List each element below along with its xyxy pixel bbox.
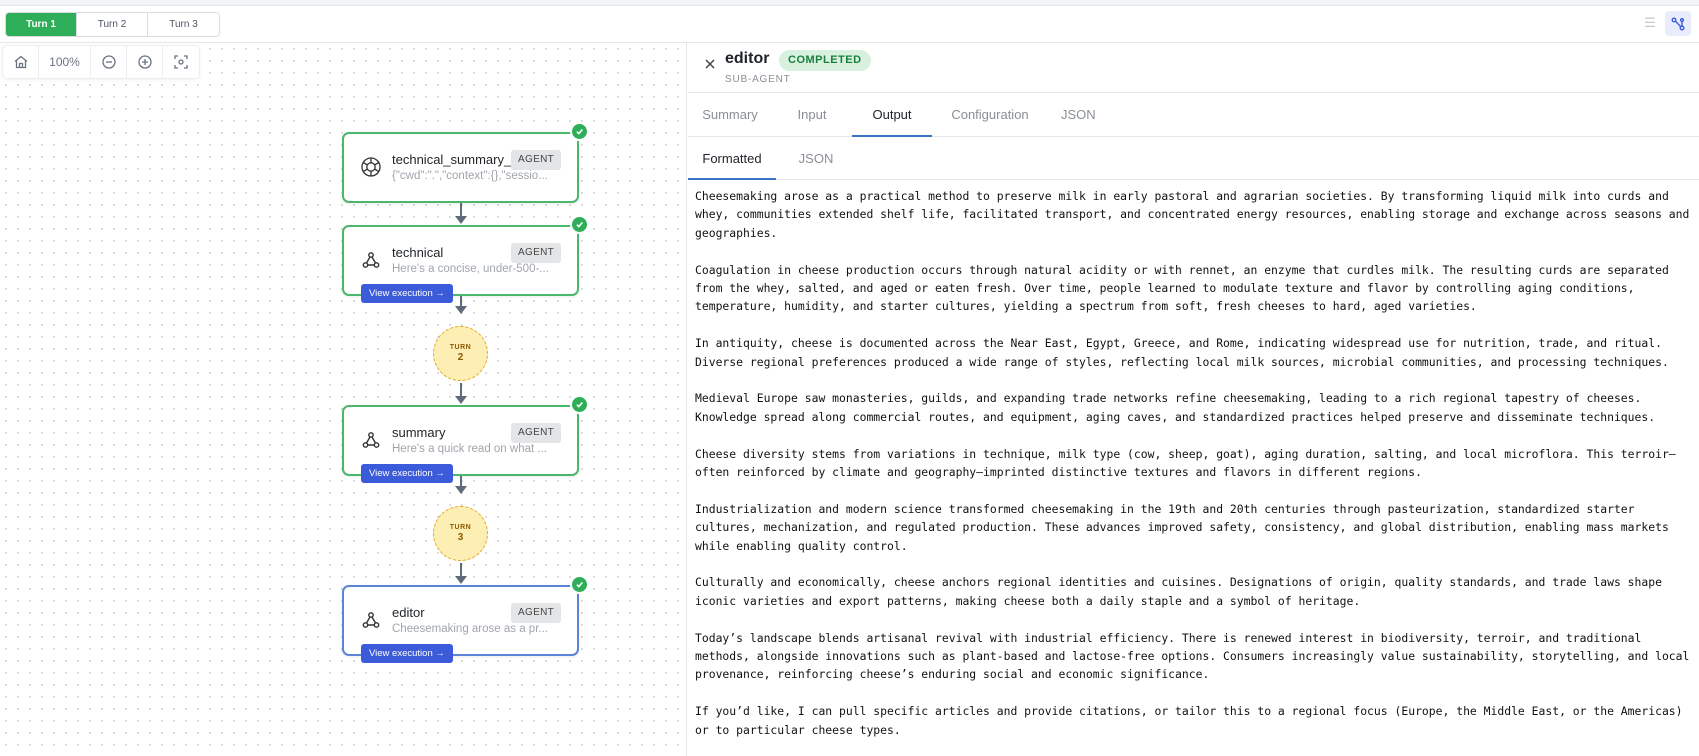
graph-view-icon[interactable] [1665, 11, 1691, 36]
turn-tabs: Turn 1 Turn 2 Turn 3 [5, 12, 220, 37]
tab-input[interactable]: Input [794, 93, 830, 137]
turn-marker-number: 2 [457, 352, 464, 363]
status-badge: COMPLETED [779, 50, 871, 71]
check-icon [570, 122, 589, 141]
zoom-level: 100% [39, 46, 91, 78]
tab-output[interactable]: Output [852, 93, 932, 137]
output-paragraph: Cheese diversity stems from variations i… [695, 446, 1676, 480]
edge-arrow [455, 306, 467, 314]
output-paragraph: If you’d like, I can pull specific artic… [695, 704, 1683, 737]
edge-arrow [455, 396, 467, 404]
panel-header: editor COMPLETED SUB-AGENT [688, 43, 1699, 93]
check-icon [570, 575, 589, 594]
zoom-in-icon[interactable] [127, 46, 163, 78]
check-icon [570, 215, 589, 234]
node-subtitle: {"cwd":".","context":{},"sessio... [392, 170, 548, 182]
agent-badge: AGENT [511, 150, 561, 170]
subtab-json[interactable]: JSON [798, 137, 834, 180]
edge-arrow [455, 216, 467, 224]
turn-tab-2[interactable]: Turn 2 [77, 13, 148, 36]
fit-view-icon[interactable] [163, 46, 199, 78]
turn-marker-3: TURN 3 [433, 506, 488, 561]
panel-subtitle: SUB-AGENT [725, 74, 791, 85]
turn-marker-2: TURN 2 [433, 326, 488, 381]
turn-marker-label: TURN [449, 344, 472, 351]
flow-canvas[interactable]: 100% technical_summary_e {"cwd":".","con… [0, 43, 687, 756]
agent-hierarchy-icon [360, 429, 382, 451]
subtab-formatted[interactable]: Formatted [688, 137, 776, 180]
turn-marker-number: 3 [457, 532, 464, 543]
top-bar: Turn 1 Turn 2 Turn 3 ☰ [0, 6, 1699, 43]
tab-json[interactable]: JSON [1061, 93, 1096, 137]
tab-configuration[interactable]: Configuration [947, 93, 1033, 137]
agent-hierarchy-icon [360, 609, 382, 631]
zoom-out-icon[interactable] [91, 46, 127, 78]
node-editor[interactable]: editor Cheesemaking arose as a pr... AGE… [342, 575, 589, 663]
output-paragraph: Coagulation in cheese production occurs … [695, 262, 1669, 314]
agent-hierarchy-icon [360, 249, 382, 271]
edge-arrow [455, 486, 467, 494]
node-subtitle: Here's a concise, under-500-... [392, 263, 549, 275]
node-subtitle: Cheesemaking arose as a pr... [392, 623, 548, 635]
turn-tab-3[interactable]: Turn 3 [148, 13, 219, 36]
output-subtabs: Formatted JSON [688, 137, 1699, 180]
output-paragraph: In antiquity, cheese is documented acros… [695, 336, 1669, 369]
node-technical-summary[interactable]: technical_summary_e {"cwd":".","context"… [342, 122, 589, 203]
tab-summary[interactable]: Summary [702, 93, 758, 137]
edge-arrow [455, 576, 467, 584]
list-view-icon[interactable]: ☰ [1642, 15, 1658, 31]
agent-badge: AGENT [511, 423, 561, 443]
view-execution-button[interactable]: View execution → [361, 464, 453, 483]
node-summary[interactable]: summary Here's a quick read on what ... … [342, 395, 589, 483]
output-paragraph: Today’s landscape blends artisanal reviv… [695, 630, 1690, 682]
node-subtitle: Here's a quick read on what ... [392, 443, 547, 455]
output-paragraph: Culturally and economically, cheese anch… [695, 575, 1662, 608]
openai-logo-icon [360, 156, 382, 178]
output-paragraph: Cheesemaking arose as a practical method… [695, 189, 1690, 240]
panel-title: editor [725, 50, 770, 67]
agent-badge: AGENT [511, 603, 561, 623]
detail-panel: editor COMPLETED SUB-AGENT Summary Input… [688, 43, 1699, 756]
edge-line [460, 383, 462, 397]
output-content: Cheesemaking arose as a practical method… [695, 187, 1692, 756]
output-paragraph: Industrialization and modern science tra… [695, 501, 1669, 553]
turn-marker-label: TURN [449, 524, 472, 531]
turn-tab-1[interactable]: Turn 1 [6, 13, 77, 36]
edge-line [460, 563, 462, 577]
close-icon[interactable] [702, 56, 718, 72]
node-technical[interactable]: technical Here's a concise, under-500-..… [342, 215, 589, 303]
view-execution-button[interactable]: View execution → [361, 644, 453, 663]
edge-line [460, 203, 462, 217]
check-icon [570, 395, 589, 414]
zoom-toolbar: 100% [2, 45, 200, 79]
home-icon[interactable] [3, 46, 39, 78]
view-execution-button[interactable]: View execution → [361, 284, 453, 303]
agent-badge: AGENT [511, 243, 561, 263]
panel-tabs: Summary Input Output Configuration JSON [688, 93, 1699, 137]
output-paragraph: Medieval Europe saw monasteries, guilds,… [695, 391, 1656, 424]
